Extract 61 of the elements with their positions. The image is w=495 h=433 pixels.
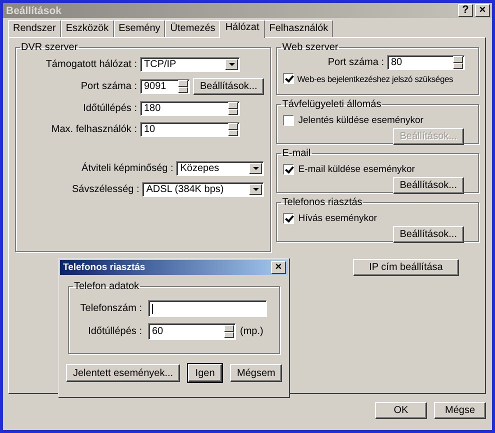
group-title: Web szerver	[281, 42, 340, 53]
checkbox[interactable]	[283, 115, 294, 126]
events-button[interactable]: Jelentett események...	[66, 364, 180, 382]
settings-button[interactable]: Beállítások...	[392, 177, 464, 194]
field-label: Telefonszám :	[79, 303, 143, 314]
spin-field[interactable]: 180	[140, 101, 240, 116]
tab[interactable]: Esemény	[114, 20, 166, 37]
dropdown[interactable]: TCP/IP	[140, 57, 240, 72]
dropdown-button[interactable]	[225, 59, 238, 70]
group-title: E-mail	[281, 148, 312, 159]
spin-button[interactable]	[224, 325, 234, 338]
dropdown[interactable]: Közepes	[176, 161, 264, 176]
ok-button[interactable]: OK	[375, 402, 427, 419]
checkbox[interactable]	[283, 213, 294, 224]
help-button[interactable]: ?	[458, 4, 473, 17]
spin-button[interactable]	[228, 102, 238, 115]
text-cursor	[152, 304, 153, 314]
checkbox[interactable]	[283, 73, 294, 84]
spin-button[interactable]	[178, 80, 188, 93]
dialog-title: Telefonos riasztás	[63, 262, 146, 273]
cancel-button[interactable]: Mégsem	[230, 364, 282, 382]
spin-field[interactable]: 9091	[140, 79, 190, 94]
tab[interactable]: Felhasználók	[264, 20, 334, 37]
checkbox[interactable]	[283, 164, 294, 175]
checkbox-label: Jelentés küldése eseménykor	[298, 115, 424, 126]
group-title: Telefonos riasztás	[281, 197, 364, 208]
group-title: Telefon adatok	[73, 281, 140, 292]
ip-settings-button[interactable]: IP cím beállítása	[353, 259, 459, 276]
group-title: Távfelügyeleti állomás	[281, 99, 382, 110]
field-label: Sávszélesség :	[72, 184, 140, 195]
tab[interactable]: Hálózat	[219, 20, 266, 38]
close-button[interactable]: ×	[475, 4, 490, 17]
spin-field[interactable]: 10	[140, 122, 240, 137]
yes-button[interactable]: Igen	[188, 364, 222, 382]
unit-label: (mp.)	[239, 326, 264, 337]
checkbox-label: Web-es bejelentkezéshez jelszó szükséges	[297, 74, 454, 84]
dropdown[interactable]: ADSL (384K bps)	[142, 182, 264, 197]
field-label: Átviteli képminőség :	[82, 163, 174, 174]
field-label: Támogatott hálózat :	[44, 59, 138, 70]
cancel-button[interactable]: Mégse	[434, 402, 486, 419]
spin-button[interactable]	[228, 123, 238, 136]
tab[interactable]: Rendszer	[8, 20, 61, 37]
dropdown-button[interactable]	[249, 184, 262, 195]
dropdown-button[interactable]	[249, 163, 262, 174]
field-label: Időtúllépés :	[87, 326, 143, 337]
spin-field[interactable]: 80	[387, 55, 465, 70]
field-label: Időtúllépés :	[82, 103, 138, 114]
checkbox-label: Hívás eseménykor	[298, 213, 377, 224]
spin-button[interactable]	[453, 56, 463, 69]
window-title: Beállítások	[6, 4, 62, 16]
group-title: DVR szerver	[20, 42, 79, 53]
settings-button[interactable]: Beállítások...	[193, 78, 264, 95]
field-label: Max. felhasználók :	[50, 124, 138, 135]
checkbox-label: E-mail küldése eseménykor	[298, 164, 415, 175]
input-field[interactable]	[148, 300, 267, 317]
field-label: Port száma :	[80, 81, 138, 92]
spin-field[interactable]: 60	[148, 323, 236, 340]
close-button[interactable]: ×	[271, 261, 286, 274]
field-label: Port száma :	[328, 57, 385, 68]
tab[interactable]: Eszközök	[60, 20, 114, 37]
settings-button[interactable]: Beállítások...	[392, 226, 464, 243]
